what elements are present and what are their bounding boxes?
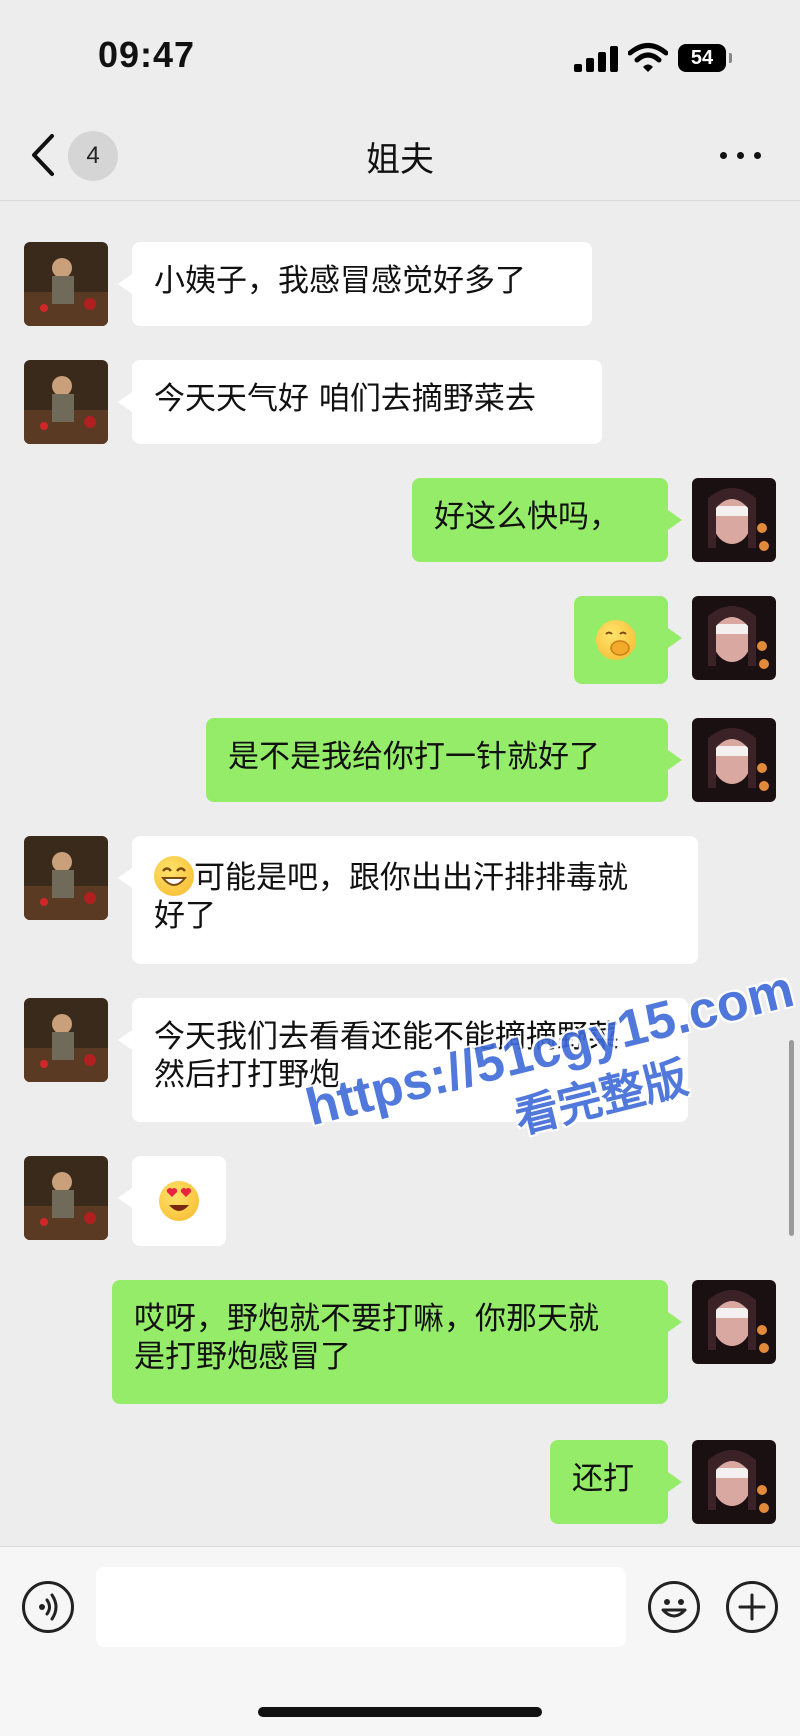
my-avatar[interactable] [692,478,776,562]
scroll-indicator[interactable] [789,1040,794,1236]
message-bubble-outgoing[interactable] [574,596,682,684]
message-text-line: 是打野炮感冒了 [134,1339,351,1375]
my-avatar[interactable] [692,1440,776,1524]
smiley-icon [661,1599,687,1618]
cellular-signal-icon [574,46,618,72]
message-bubble-outgoing[interactable]: 是不是我给你打一针就好了 [206,718,682,802]
chat-title: 姐夫 [366,140,434,180]
more-functions-button[interactable] [726,1581,778,1633]
chat-screen: 09:47 54 4 姐夫 小姨子，我感冒感觉好多了 今天天气好 咱们去摘野菜去… [0,0,800,1736]
grinning-emoji-icon [154,856,194,896]
message-text: 小姨子，我感冒感觉好多了 [154,263,526,299]
message-text-line: 好了 [154,898,216,934]
heart-eyes-emoji-icon [159,1181,199,1221]
contact-avatar[interactable] [24,1156,108,1240]
chat-header: 4 姐夫 [0,110,800,201]
voice-input-button[interactable] [22,1581,74,1633]
message-bubble-incoming[interactable] [118,1156,226,1246]
message-text-line: 哎呀，野炮就不要打嘛，你那天就 [134,1301,599,1337]
status-time: 09:47 [98,34,196,75]
message-bubble-incoming[interactable]: 今天天气好 咱们去摘野菜去 [118,360,602,444]
contact-avatar[interactable] [24,242,108,326]
message-input-bar [0,1546,800,1736]
plus-icon [738,1593,766,1621]
wifi-icon [627,42,669,74]
message-bubble-outgoing[interactable]: 哎呀，野炮就不要打嘛，你那天就 是打野炮感冒了 [112,1280,682,1404]
message-text-input[interactable] [96,1567,626,1647]
message-bubble-incoming[interactable]: 可能是吧，跟你出出汗排排毒就 好了 [118,836,698,964]
message-bubble-outgoing[interactable]: 还打 [550,1440,682,1524]
message-bubble-outgoing[interactable]: 好这么快吗， [412,478,682,562]
contact-avatar[interactable] [24,836,108,920]
home-indicator[interactable] [258,1707,542,1717]
hand-over-mouth-emoji-icon [596,620,636,660]
my-avatar[interactable] [692,596,776,680]
message-text-line: 今天我们去看看还能不能摘摘野菜 [154,1019,619,1055]
voice-wave-icon [39,1593,58,1621]
contact-avatar[interactable] [24,360,108,444]
message-text-line: 然后打打野炮 [154,1057,340,1093]
status-bar: 09:47 54 [0,0,800,110]
more-options-button[interactable] [716,134,766,174]
my-avatar[interactable] [692,718,776,802]
message-text: 是不是我给你打一针就好了 [228,739,600,775]
battery-icon: 54 [678,44,732,72]
contact-avatar[interactable] [24,998,108,1082]
message-text: 好这么快吗， [434,499,620,535]
message-text: 还打 [572,1461,634,1497]
message-bubble-incoming[interactable]: 今天我们去看看还能不能摘摘野菜 然后打打野炮 [118,998,688,1122]
message-bubble-incoming[interactable]: 小姨子，我感冒感觉好多了 [118,242,592,326]
message-text-line: 可能是吧，跟你出出汗排排毒就 [194,860,628,896]
my-avatar[interactable] [692,1280,776,1364]
emoji-button[interactable] [648,1581,700,1633]
message-text: 今天天气好 咱们去摘野菜去 [154,381,536,417]
